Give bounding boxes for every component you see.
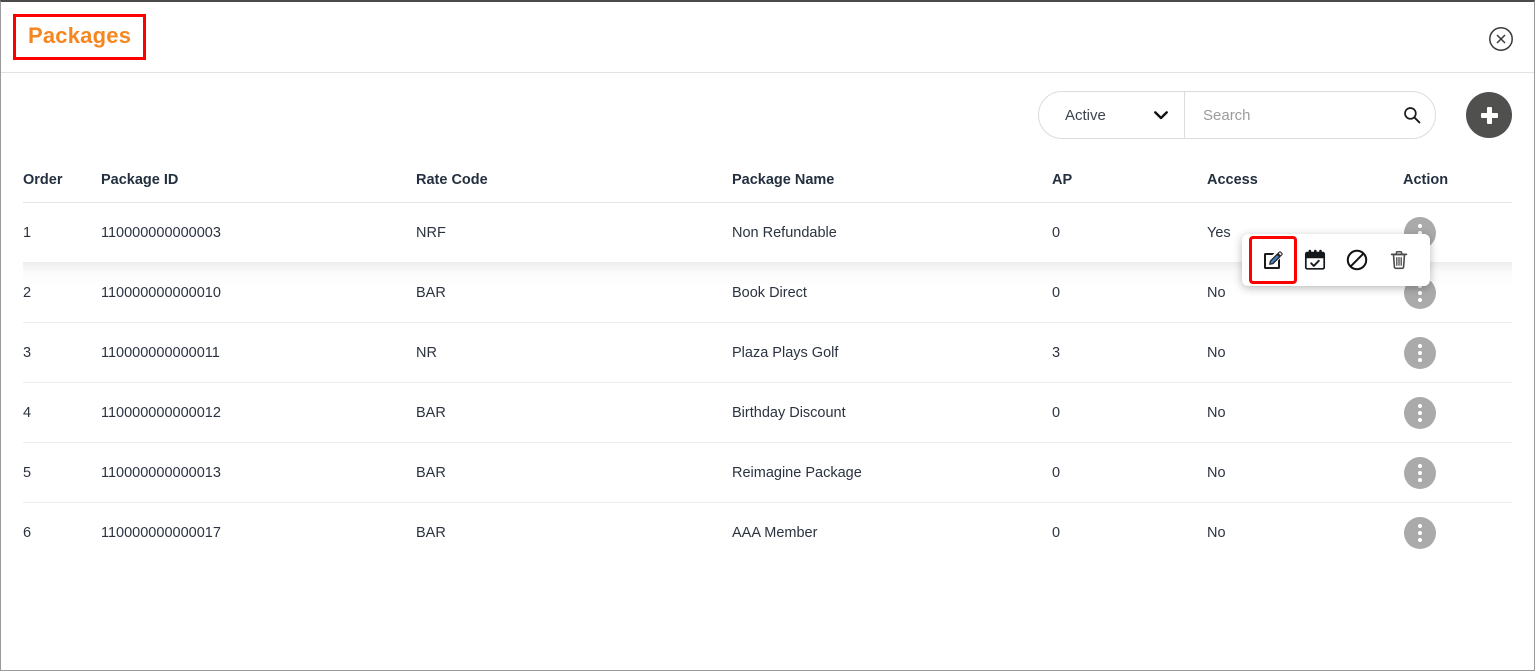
cell-rate-code: BAR	[416, 525, 446, 541]
edit-icon[interactable]	[1249, 236, 1297, 284]
cell-package-id: 110000000000010	[101, 284, 221, 301]
cell-rate-code: BAR	[416, 464, 446, 481]
cell-package-name: Reimagine Package	[732, 464, 862, 481]
cell-rate-code: NR	[416, 344, 437, 361]
cell-package-id: 110000000000003	[101, 224, 221, 241]
cell-package-name: Non Refundable	[732, 224, 837, 241]
cell-rate-code: BAR	[416, 284, 446, 301]
add-package-button[interactable]	[1466, 92, 1512, 138]
cell-access: No	[1207, 404, 1226, 421]
cell-order: 5	[23, 464, 32, 481]
table-row[interactable]: 5 110000000000013 BAR Reimagine Package …	[23, 443, 1512, 503]
cell-action	[1403, 336, 1512, 369]
cell-access: No	[1207, 344, 1226, 361]
column-header-order: Order	[23, 172, 63, 188]
column-header-action: Action	[1403, 172, 1449, 188]
cell-ap: 0	[1052, 284, 1061, 301]
cell-package-id: 110000000000011	[101, 344, 220, 361]
row-action-kebab-icon[interactable]	[1404, 396, 1436, 429]
cell-package-name: AAA Member	[732, 525, 818, 541]
trash-icon[interactable]	[1378, 239, 1420, 281]
column-header-package-name: Package Name	[732, 172, 835, 188]
cell-package-name: Plaza Plays Golf	[732, 344, 839, 361]
close-icon[interactable]	[1488, 26, 1514, 52]
page-title-annotation-box: Packages	[13, 14, 147, 60]
cell-package-id: 110000000000017	[101, 525, 221, 541]
cell-access: No	[1207, 284, 1226, 301]
toolbar: Active	[1, 73, 1534, 158]
cell-package-id: 110000000000013	[101, 464, 221, 481]
cell-package-name: Birthday Discount	[732, 404, 846, 421]
cell-ap: 0	[1052, 224, 1061, 241]
column-header-access: Access	[1207, 172, 1258, 188]
table-row[interactable]: 3 110000000000011 NR Plaza Plays Golf 3 …	[23, 323, 1512, 383]
cell-action	[1403, 456, 1512, 489]
cell-order: 2	[23, 284, 32, 301]
cell-order: 4	[23, 404, 32, 421]
row-action-popup	[1242, 234, 1430, 286]
status-filter-value: Active	[1065, 106, 1106, 124]
page-title: Packages	[28, 23, 132, 48]
cell-package-id: 110000000000012	[101, 404, 221, 421]
row-action-kebab-icon[interactable]	[1404, 336, 1436, 369]
cell-package-name: Book Direct	[732, 284, 807, 301]
row-action-kebab-icon[interactable]	[1404, 456, 1436, 489]
cell-rate-code: BAR	[416, 404, 446, 421]
table-row[interactable]: 4 110000000000012 BAR Birthday Discount …	[23, 383, 1512, 443]
cell-order: 6	[23, 525, 32, 541]
cell-action	[1403, 517, 1512, 549]
packages-window: Packages Active Search Order Package ID …	[0, 0, 1535, 671]
cell-ap: 0	[1052, 464, 1061, 481]
cell-order: 3	[23, 344, 32, 361]
column-header-ap: AP	[1052, 172, 1073, 188]
cell-ap: 3	[1052, 344, 1061, 361]
chevron-down-icon	[1154, 110, 1168, 120]
cell-action	[1403, 396, 1512, 429]
cell-access: No	[1207, 464, 1226, 481]
search-input[interactable]	[1203, 106, 1403, 124]
search-filter-group: Active	[1038, 91, 1436, 139]
calendar-check-icon[interactable]	[1294, 239, 1336, 281]
row-action-kebab-icon[interactable]	[1404, 517, 1436, 549]
cell-ap: 0	[1052, 404, 1061, 421]
column-header-package-id: Package ID	[101, 172, 179, 188]
column-header-rate-code: Rate Code	[416, 172, 488, 188]
packages-table: Order Package ID Rate Code Package Name …	[23, 158, 1512, 563]
cell-order: 1	[23, 224, 32, 241]
window-titlebar: Packages	[1, 2, 1534, 73]
cell-rate-code: NRF	[416, 224, 446, 241]
status-filter-dropdown[interactable]: Active	[1039, 92, 1185, 138]
cell-ap: 0	[1052, 525, 1061, 541]
search-icon[interactable]	[1403, 106, 1421, 124]
table-row[interactable]: 6 110000000000017 BAR AAA Member 0 No	[23, 503, 1512, 563]
cell-access: No	[1207, 525, 1226, 541]
plus-icon	[1480, 106, 1498, 124]
table-header-row: Order Package ID Rate Code Package Name …	[23, 158, 1512, 203]
search-field-wrapper	[1185, 92, 1435, 138]
block-icon[interactable]	[1336, 239, 1378, 281]
